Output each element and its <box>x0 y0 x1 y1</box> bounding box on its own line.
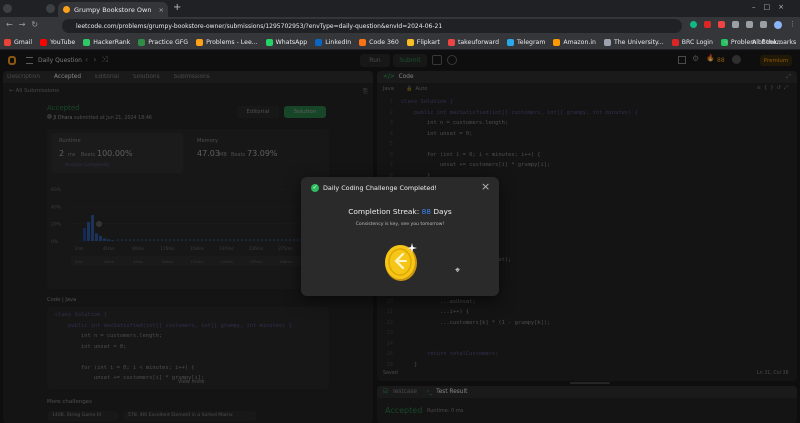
chrome-menu-icon[interactable] <box>3 4 12 13</box>
bookmark-label: WhatsApp <box>275 38 308 46</box>
window-controls: –□× <box>752 3 792 11</box>
more-menu-icon[interactable]: ⋮ <box>789 21 796 29</box>
bookmarks-bar: Gmail YouTube HackerRank Practice GFG Proble… <box>0 35 800 50</box>
bookmark-favicon-icon <box>406 38 414 46</box>
tab-active[interactable]: Grumpy Bookstore Own × <box>58 2 168 17</box>
streak-label: Completion Streak: <box>348 207 420 216</box>
all-bookmarks-link[interactable]: All Bookmarks <box>752 39 796 46</box>
bookmark-item[interactable]: YouTube <box>40 38 76 46</box>
streak-line: Completion Streak: 88 Days <box>301 207 499 216</box>
ext-icon-5[interactable] <box>746 21 753 28</box>
streak-value: 88 <box>421 207 431 216</box>
bookmark-item[interactable]: Code 360 <box>359 38 399 46</box>
tab-search-icon[interactable] <box>46 4 55 13</box>
profile-avatar[interactable] <box>774 21 782 29</box>
bookmark-favicon-icon <box>447 38 455 46</box>
bookmark-item[interactable]: BRC Login <box>671 38 713 46</box>
bookmark-item[interactable]: Telegram <box>507 38 546 46</box>
bookmark-favicon-icon <box>359 38 367 46</box>
back-icon[interactable]: ← <box>6 20 19 29</box>
nav-buttons: ←→↻ <box>6 20 44 29</box>
daily-challenge-modal: ✓ Daily Coding Challenge Completed! × Co… <box>301 177 499 296</box>
bookmark-label: Code 360 <box>369 38 399 46</box>
streak-unit: Days <box>433 207 452 216</box>
ext-icon-4[interactable] <box>732 21 739 28</box>
bookmark-item[interactable]: WhatsApp <box>265 38 308 46</box>
toolbar: ←→↻ leetcode.com/problems/grumpy-booksto… <box>0 17 800 35</box>
extension-icons: ⋮ <box>690 21 796 29</box>
gold-coin-icon <box>385 243 417 281</box>
mouse-cursor-icon: ⌖ <box>455 266 461 276</box>
bookmark-label: YouTube <box>50 38 76 46</box>
bookmark-label: Practice GFG <box>148 38 189 46</box>
address-bar[interactable]: leetcode.com/problems/grumpy-bookstore-o… <box>62 19 682 33</box>
url-text: leetcode.com/problems/grumpy-bookstore-o… <box>76 22 443 30</box>
bookmark-favicon-icon <box>265 38 273 46</box>
bookmark-label: Flipkart <box>416 38 440 46</box>
bookmark-item[interactable]: HackerRank <box>83 38 131 46</box>
bookmark-item[interactable]: Amazon.in <box>553 38 596 46</box>
modal-close-button[interactable]: × <box>481 180 490 193</box>
bookmark-favicon-icon <box>553 38 561 46</box>
bookmark-item[interactable]: takeuforward <box>447 38 499 46</box>
ext-icon-1[interactable] <box>690 21 697 28</box>
bookmark-favicon-icon <box>83 38 91 46</box>
bookmark-favicon-icon <box>315 38 323 46</box>
bookmarks-overflow-icon[interactable]: » <box>724 39 728 46</box>
new-tab-button[interactable]: + <box>173 2 181 13</box>
bookmark-list: Gmail YouTube HackerRank Practice GFG Proble… <box>4 38 790 46</box>
ext-icon-2[interactable] <box>704 21 711 28</box>
bookmark-item[interactable]: The University... <box>603 38 664 46</box>
bookmark-favicon-icon <box>671 38 679 46</box>
bookmark-item[interactable]: LinkedIn <box>315 38 352 46</box>
modal-subtitle: Consistency is key, see you tomorrow! <box>355 222 445 227</box>
bookmark-label: takeuforward <box>457 38 499 46</box>
bookmark-favicon-icon <box>507 38 514 46</box>
bookmark-favicon-icon <box>603 38 611 46</box>
bookmark-label: Gmail <box>14 38 33 46</box>
bookmark-item[interactable]: Practice GFG <box>138 38 189 46</box>
bookmark-favicon-icon <box>196 38 204 46</box>
ext-icon-3[interactable] <box>718 21 725 28</box>
tab-strip: Grumpy Bookstore Own × + –□× <box>0 0 800 17</box>
tab-favicon-icon <box>63 6 70 13</box>
bookmark-label: Amazon.in <box>563 38 596 46</box>
bookmark-label: LinkedIn <box>325 38 352 46</box>
modal-title: Daily Coding Challenge Completed! <box>323 184 437 192</box>
bookmark-item[interactable]: Problems - Lee... <box>196 38 258 46</box>
bookmark-favicon-icon <box>40 38 48 46</box>
tab-close-icon[interactable]: × <box>159 6 164 14</box>
ext-icon-6[interactable] <box>760 21 767 28</box>
bookmark-label: Telegram <box>517 38 546 46</box>
bookmark-favicon-icon <box>4 38 11 46</box>
bookmark-label: Problems - Lee... <box>206 38 258 46</box>
forward-icon[interactable]: → <box>19 20 32 29</box>
success-check-icon: ✓ <box>311 184 319 192</box>
bookmark-label: The University... <box>613 38 664 46</box>
bookmark-favicon-icon <box>138 38 146 46</box>
tab-title: Grumpy Bookstore Own <box>74 5 152 14</box>
bookmark-label: BRC Login <box>681 38 713 46</box>
bookmark-label: HackerRank <box>93 38 131 46</box>
bookmark-item[interactable]: Flipkart <box>406 38 440 46</box>
reload-icon[interactable]: ↻ <box>31 20 44 29</box>
bookmark-item[interactable]: Gmail <box>4 38 33 46</box>
